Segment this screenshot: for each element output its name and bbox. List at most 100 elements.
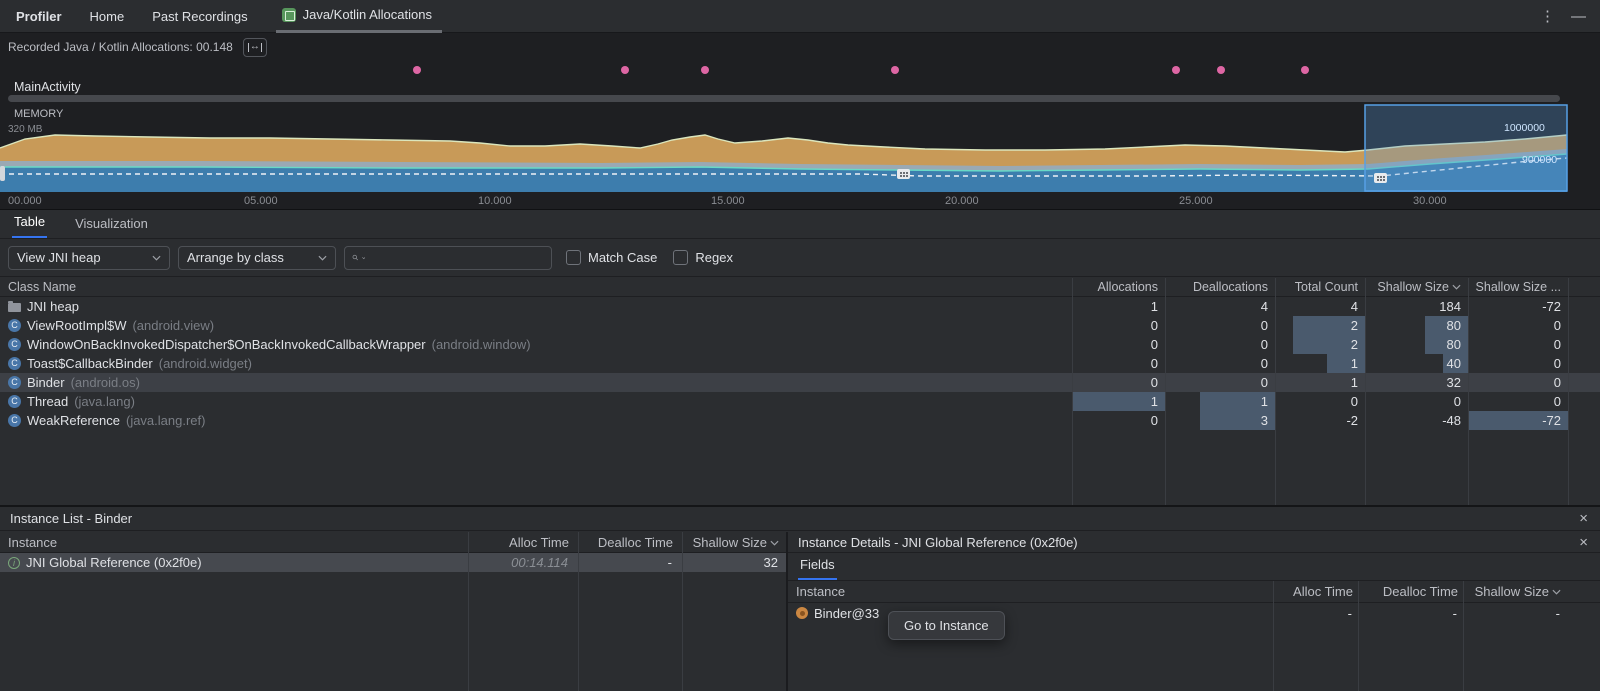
instance-list-columns: Instance Alloc Time Dealloc Time Shallow… <box>0 532 786 553</box>
match-case-checkbox[interactable]: Match Case <box>566 250 657 265</box>
shallow_size_2-cell: 0 <box>1468 354 1568 373</box>
col-dealloc-time[interactable]: Dealloc Time <box>1360 584 1465 599</box>
allocation-event-dot[interactable] <box>621 66 629 74</box>
close-icon[interactable]: × <box>1579 535 1588 550</box>
time-axis-label: 15.000 <box>711 195 745 207</box>
tab-table[interactable]: Table <box>12 214 47 238</box>
selection-handle-left[interactable] <box>897 169 910 179</box>
tab-fields[interactable]: Fields <box>798 557 837 580</box>
cell-value: 0 <box>1261 356 1275 371</box>
close-icon[interactable]: × <box>1579 511 1588 526</box>
cell-value: 80 <box>1447 337 1468 352</box>
allocation-event-dot[interactable] <box>413 66 421 74</box>
col-shallow-size[interactable]: Shallow Size <box>1365 280 1468 294</box>
fit-to-window-button[interactable]: ↔ <box>243 38 267 57</box>
cell-value: 0 <box>1554 356 1568 371</box>
allocations-cell: 0 <box>1072 335 1165 354</box>
class-name-cell: CViewRootImpl$W(android.view) <box>0 318 1072 333</box>
search-icon <box>352 251 359 264</box>
col-instance[interactable]: Instance <box>788 584 1275 599</box>
deallocations-cell: 4 <box>1165 297 1275 316</box>
shallow_size-cell: 32 <box>1365 373 1468 392</box>
memory-chart[interactable]: MEMORY 320 MB 1000000 900000 <box>0 104 1600 192</box>
table-row[interactable]: CThread(java.lang)11000 <box>0 392 1600 411</box>
chevron-down-icon <box>152 255 161 261</box>
allocations-cell: 0 <box>1072 354 1165 373</box>
col-shallow-size[interactable]: Shallow Size <box>680 535 786 550</box>
allocation-event-dot[interactable] <box>1301 66 1309 74</box>
cell-value: 0 <box>1261 337 1275 352</box>
allocation-event-dot[interactable] <box>701 66 709 74</box>
deallocations-cell: 0 <box>1165 354 1275 373</box>
heap-select[interactable]: View JNI heap <box>8 246 170 270</box>
cell-value: 0 <box>1554 318 1568 333</box>
package-name: (java.lang.ref) <box>126 413 205 428</box>
cell-value: 0 <box>1151 356 1165 371</box>
class-name: JNI heap <box>27 299 79 314</box>
tab-java-kotlin-allocations[interactable]: Java/Kotlin Allocations <box>276 0 442 33</box>
regex-checkbox[interactable]: Regex <box>673 250 733 265</box>
table-row[interactable]: CWindowOnBackInvokedDispatcher$OnBackInv… <box>0 335 1600 354</box>
selection-region[interactable] <box>1365 105 1567 191</box>
range-left-grip[interactable] <box>0 166 5 181</box>
memory-title: MEMORY <box>14 108 63 120</box>
tool-window-title: Profiler <box>16 9 62 24</box>
col-shallow-size[interactable]: Shallow Size <box>1465 584 1568 599</box>
cell-value: 0 <box>1261 375 1275 390</box>
total_count-cell: 0 <box>1275 392 1365 411</box>
nav-past-recordings[interactable]: Past Recordings <box>152 9 247 24</box>
more-options-icon[interactable]: ⋮ <box>1540 7 1555 25</box>
shallow_size-cell: 80 <box>1365 335 1468 354</box>
tab-visualization[interactable]: Visualization <box>73 216 150 238</box>
table-row[interactable]: CToast$CallbackBinder(android.widget)001… <box>0 354 1600 373</box>
activity-lifecycle-bar[interactable] <box>8 95 1560 102</box>
sort-chevron-icon <box>770 540 779 546</box>
instance-row[interactable]: i JNI Global Reference (0x2f0e) 00:14.11… <box>0 553 786 572</box>
cell-value: 184 <box>1439 299 1468 314</box>
table-row[interactable]: CWeakReference(java.lang.ref)03-2-48-72 <box>0 411 1600 430</box>
selection-label-top: 1000000 <box>1504 122 1545 134</box>
search-field[interactable] <box>344 246 552 270</box>
col-dealloc-time[interactable]: Dealloc Time <box>576 535 680 550</box>
chevron-down-icon <box>318 255 327 261</box>
col-shallow-size-2[interactable]: Shallow Size ... <box>1468 280 1568 294</box>
cell-value: 1 <box>1151 299 1165 314</box>
total_count-cell: 4 <box>1275 297 1365 316</box>
class-name-cell: CToast$CallbackBinder(android.widget) <box>0 356 1072 371</box>
class-name-cell: CThread(java.lang) <box>0 394 1072 409</box>
class-name: Toast$CallbackBinder <box>27 356 153 371</box>
table-row[interactable]: CBinder(android.os)001320 <box>0 373 1600 392</box>
table-row[interactable]: CViewRootImpl$W(android.view)002800 <box>0 316 1600 335</box>
class-name-cell: CBinder(android.os) <box>0 375 1072 390</box>
memory-axis-max: 320 MB <box>8 124 42 135</box>
selection-label-mid: 900000 <box>1522 154 1557 166</box>
col-class-name[interactable]: Class Name <box>0 280 1072 294</box>
allocation-event-dot[interactable] <box>891 66 899 74</box>
class-name: Binder <box>27 375 65 390</box>
class-icon: C <box>8 338 21 351</box>
col-alloc-time[interactable]: Alloc Time <box>466 535 576 550</box>
allocation-event-dot[interactable] <box>1217 66 1225 74</box>
col-instance[interactable]: Instance <box>0 535 466 550</box>
class-name: Thread <box>27 394 68 409</box>
table-row[interactable]: JNI heap144184-72 <box>0 297 1600 316</box>
total_count-cell: -2 <box>1275 411 1365 430</box>
selection-handle-right[interactable] <box>1374 173 1387 183</box>
arrange-select[interactable]: Arrange by class <box>178 246 336 270</box>
minimize-icon[interactable]: — <box>1571 8 1586 25</box>
col-alloc-time[interactable]: Alloc Time <box>1275 584 1360 599</box>
col-allocations[interactable]: Allocations <box>1072 280 1165 294</box>
shallow_size-cell: -48 <box>1365 411 1468 430</box>
cell-value: 40 <box>1447 356 1468 371</box>
time-axis-label: 00.000 <box>8 195 42 207</box>
search-input[interactable] <box>368 250 544 265</box>
cell-value: 4 <box>1261 299 1275 314</box>
deallocations-cell: 1 <box>1165 392 1275 411</box>
col-deallocations[interactable]: Deallocations <box>1165 280 1275 294</box>
go-to-instance-tooltip[interactable]: Go to Instance <box>888 611 1005 640</box>
allocation-event-dot[interactable] <box>1172 66 1180 74</box>
col-total-count[interactable]: Total Count <box>1275 280 1365 294</box>
time-axis-label: 25.000 <box>1179 195 1213 207</box>
nav-home[interactable]: Home <box>90 9 125 24</box>
package-name: (android.view) <box>132 318 214 333</box>
